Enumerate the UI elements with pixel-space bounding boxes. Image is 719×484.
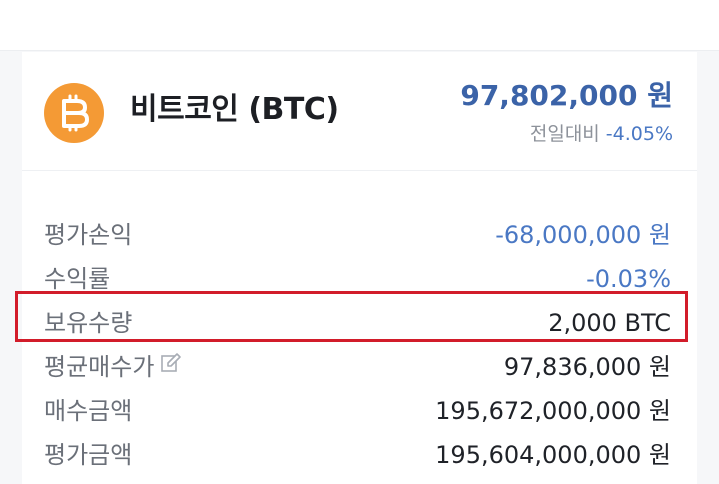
detail-row-avg-price: 평균매수가 97,836,000 원: [22, 345, 697, 389]
coin-header[interactable]: 비트코인 (BTC) 97,802,000 원 전일대비 -4.05%: [22, 52, 697, 171]
detail-label-wrap: 평균매수가: [44, 352, 182, 382]
detail-value: 195,672,000,000 원: [435, 397, 671, 425]
detail-value: -68,000,000 원: [495, 221, 671, 249]
top-strip: [0, 0, 719, 51]
detail-label: 매수금액: [44, 397, 133, 425]
edit-icon[interactable]: [160, 351, 182, 381]
detail-label: 평가손익: [44, 221, 133, 249]
detail-label: 평가금액: [44, 441, 133, 469]
detail-row-quantity: 보유수량 2,000 BTC: [22, 301, 697, 345]
current-price: 97,802,000 원: [460, 79, 673, 112]
change-label: 전일대비: [529, 123, 600, 145]
detail-row-profit-loss: 평가손익 -68,000,000 원: [22, 213, 697, 257]
detail-value: 97,836,000 원: [503, 353, 671, 381]
detail-row-buy-amount: 매수금액 195,672,000,000 원: [22, 389, 697, 433]
detail-value: -0.03%: [586, 265, 671, 293]
detail-row-return-rate: 수익률 -0.03%: [22, 257, 697, 301]
detail-value: 195,604,000,000 원: [435, 441, 671, 469]
coin-name: 비트코인 (BTC): [130, 92, 339, 127]
detail-label: 평균매수가: [44, 353, 155, 381]
holding-card[interactable]: 비트코인 (BTC) 97,802,000 원 전일대비 -4.05% 평가손익 …: [22, 52, 697, 484]
detail-row-eval-amount: 평가금액 195,604,000,000 원: [22, 433, 697, 477]
holding-details: 평가손익 -68,000,000 원 수익률 -0.03% 보유수량 2,000…: [22, 213, 697, 477]
detail-value: 2,000 BTC: [548, 309, 671, 337]
price-change: 전일대비 -4.05%: [530, 121, 673, 147]
bitcoin-icon: [44, 83, 104, 143]
change-value: -4.05%: [605, 123, 673, 145]
detail-label: 수익률: [44, 265, 111, 293]
page: 비트코인 (BTC) 97,802,000 원 전일대비 -4.05% 평가손익 …: [0, 0, 719, 484]
detail-label: 보유수량: [44, 309, 133, 337]
